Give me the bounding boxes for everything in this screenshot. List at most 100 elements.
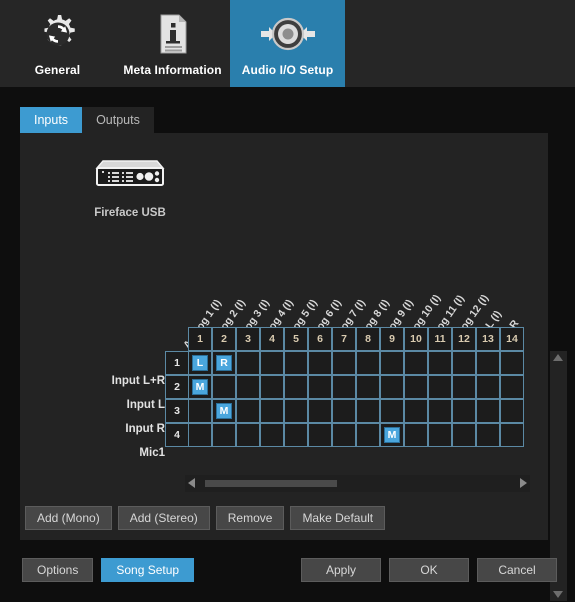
make-default-button[interactable]: Make Default — [290, 506, 386, 530]
matrix-row-number: 4 — [165, 423, 188, 447]
matrix-cell[interactable] — [236, 351, 260, 375]
matrix-cell[interactable] — [212, 423, 236, 447]
matrix-cell[interactable] — [284, 399, 308, 423]
matrix-cell[interactable] — [308, 351, 332, 375]
matrix-marker[interactable]: M — [384, 427, 400, 443]
matrix-cell[interactable] — [404, 375, 428, 399]
horizontal-scroll-thumb[interactable] — [205, 480, 337, 487]
song-setup-button[interactable]: Song Setup — [101, 558, 195, 582]
matrix-cell[interactable] — [476, 375, 500, 399]
matrix-row-label: Input L+R — [111, 375, 165, 387]
matrix-cell[interactable] — [356, 375, 380, 399]
sub-tab-outputs[interactable]: Outputs — [82, 107, 154, 133]
matrix-column-numbers: 1 2 3 4 5 6 7 8 9 10 11 12 13 14 — [188, 327, 548, 351]
matrix-cell[interactable] — [284, 351, 308, 375]
matrix-row-numbers: 1234 — [165, 351, 188, 469]
matrix-cell[interactable] — [380, 375, 404, 399]
audio-interface-icon — [91, 158, 169, 195]
matrix-cell[interactable] — [356, 351, 380, 375]
matrix-cell[interactable] — [236, 375, 260, 399]
matrix-cell[interactable]: R — [212, 351, 236, 375]
scroll-up-arrow[interactable] — [553, 354, 563, 361]
matrix-column-number: 8 — [356, 327, 380, 351]
tab-general[interactable]: General — [0, 0, 115, 87]
matrix-cell[interactable] — [452, 375, 476, 399]
matrix-cell[interactable] — [260, 399, 284, 423]
matrix-cell[interactable] — [452, 399, 476, 423]
matrix-cell[interactable] — [260, 423, 284, 447]
sub-tab-inputs[interactable]: Inputs — [20, 107, 83, 133]
cancel-label: Cancel — [498, 563, 536, 577]
sub-tab-outputs-label: Outputs — [96, 113, 140, 127]
add-mono-button[interactable]: Add (Mono) — [25, 506, 112, 530]
matrix-cell[interactable] — [332, 351, 356, 375]
horizontal-scrollbar[interactable] — [185, 475, 530, 492]
matrix-cell[interactable] — [404, 351, 428, 375]
matrix-cell[interactable] — [212, 375, 236, 399]
matrix-cell[interactable] — [476, 423, 500, 447]
matrix-cell[interactable] — [356, 399, 380, 423]
matrix-cell[interactable] — [236, 399, 260, 423]
matrix-cell[interactable] — [236, 423, 260, 447]
matrix-cell[interactable] — [260, 351, 284, 375]
matrix-cell[interactable] — [404, 399, 428, 423]
matrix-row-label: Input R — [125, 423, 165, 435]
matrix-marker[interactable]: L — [192, 355, 208, 371]
matrix-cell[interactable] — [404, 423, 428, 447]
scroll-down-arrow[interactable] — [553, 591, 563, 598]
matrix-cell[interactable] — [500, 375, 524, 399]
remove-button[interactable]: Remove — [215, 506, 285, 530]
matrix-cell[interactable] — [452, 423, 476, 447]
matrix-cell[interactable] — [188, 423, 212, 447]
matrix-cell[interactable] — [284, 375, 308, 399]
matrix-cell[interactable] — [428, 423, 452, 447]
matrix-cell[interactable] — [332, 375, 356, 399]
matrix-column-number: 7 — [332, 327, 356, 351]
matrix-cell[interactable] — [428, 399, 452, 423]
matrix-cell[interactable] — [332, 423, 356, 447]
tab-audio-io-setup[interactable]: Audio I/O Setup — [230, 0, 345, 87]
matrix-cell[interactable] — [428, 375, 452, 399]
matrix-grid[interactable]: LRMMM — [188, 351, 548, 469]
matrix-column-number: 11 — [428, 327, 452, 351]
matrix-cell[interactable] — [476, 351, 500, 375]
matrix-cell[interactable] — [284, 423, 308, 447]
matrix-cell[interactable] — [356, 423, 380, 447]
matrix-cell[interactable] — [476, 399, 500, 423]
add-stereo-button[interactable]: Add (Stereo) — [117, 506, 210, 530]
matrix-column-number: 9 — [380, 327, 404, 351]
options-button[interactable]: Options — [22, 558, 94, 582]
matrix-row-number: 2 — [165, 375, 188, 399]
tab-meta-information[interactable]: Meta Information — [115, 0, 230, 87]
matrix-marker[interactable]: M — [216, 403, 232, 419]
make-default-label: Make Default — [302, 511, 374, 525]
matrix-marker[interactable]: M — [192, 379, 208, 395]
apply-button[interactable]: Apply — [301, 558, 381, 582]
matrix-column-number: 2 — [212, 327, 236, 351]
matrix-cell[interactable] — [500, 399, 524, 423]
matrix-cell[interactable]: M — [212, 399, 236, 423]
ok-button[interactable]: OK — [389, 558, 469, 582]
scroll-left-arrow[interactable] — [188, 478, 195, 488]
matrix-cell[interactable] — [260, 375, 284, 399]
matrix-cell[interactable] — [308, 375, 332, 399]
scroll-right-arrow[interactable] — [520, 478, 527, 488]
matrix-cell[interactable] — [380, 351, 404, 375]
matrix-cell[interactable]: M — [188, 375, 212, 399]
matrix-cell[interactable] — [188, 399, 212, 423]
tab-meta-information-label: Meta Information — [123, 63, 222, 77]
cancel-button[interactable]: Cancel — [477, 558, 557, 582]
matrix-cell[interactable]: L — [188, 351, 212, 375]
matrix-cell[interactable] — [500, 423, 524, 447]
matrix-cell[interactable] — [428, 351, 452, 375]
matrix-cell[interactable] — [332, 399, 356, 423]
matrix-column-number: 12 — [452, 327, 476, 351]
matrix-cell[interactable] — [308, 399, 332, 423]
matrix-column-number: 4 — [260, 327, 284, 351]
matrix-cell[interactable] — [452, 351, 476, 375]
matrix-cell[interactable] — [380, 399, 404, 423]
matrix-cell[interactable] — [308, 423, 332, 447]
matrix-cell[interactable] — [500, 351, 524, 375]
matrix-marker[interactable]: R — [216, 355, 232, 371]
matrix-cell[interactable]: M — [380, 423, 404, 447]
